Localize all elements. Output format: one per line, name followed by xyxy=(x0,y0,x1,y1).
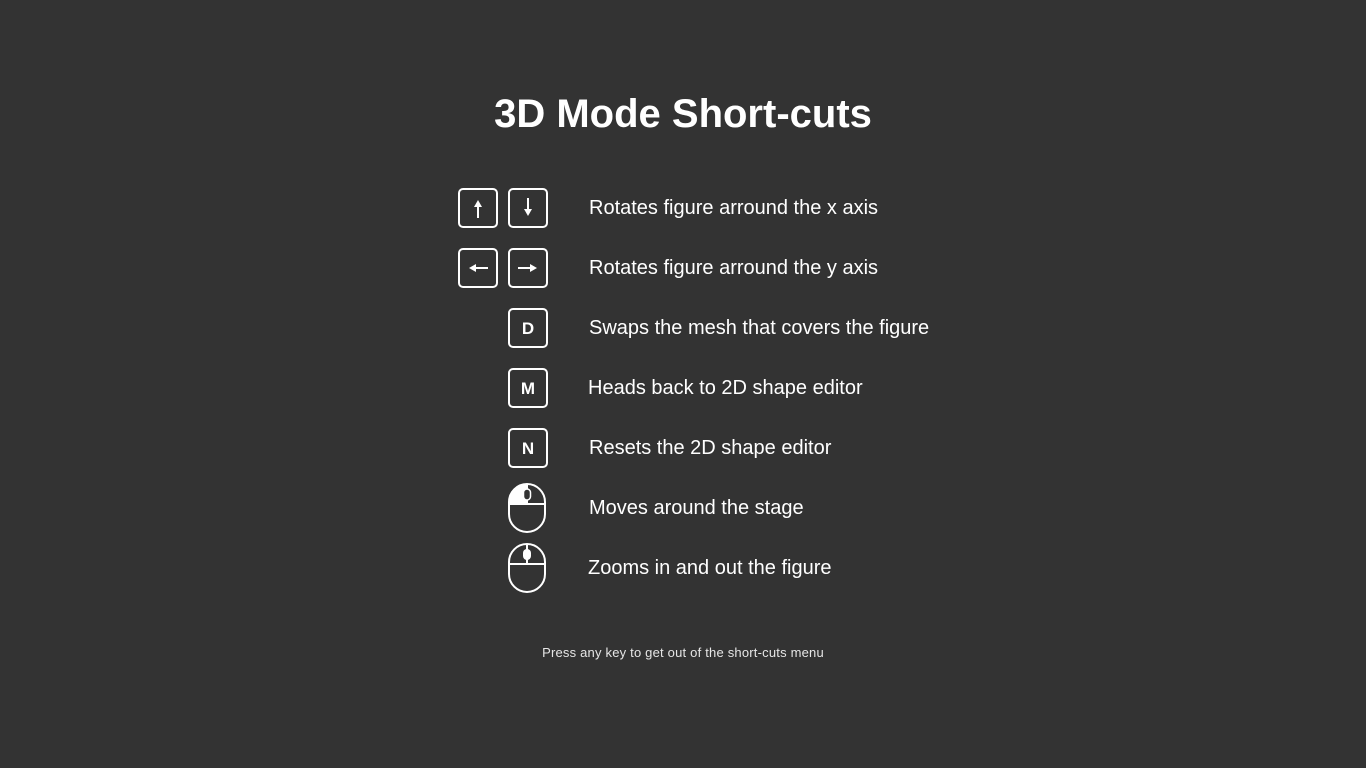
shortcut-description: Moves around the stage xyxy=(589,497,804,519)
shortcut-row-reset-2d: N Resets the 2D shape editor xyxy=(0,428,1366,472)
shortcut-row-rotate-y: Rotates figure arround the y axis xyxy=(0,248,1366,292)
shortcut-row-rotate-x: Rotates figure arround the x axis xyxy=(0,188,1366,232)
exit-hint: Press any key to get out of the short-cu… xyxy=(542,645,824,660)
shortcut-description: Rotates figure arround the x axis xyxy=(589,197,879,219)
shortcut-description: Swaps the mesh that covers the figure xyxy=(589,317,930,339)
shortcut-description: Heads back to 2D shape editor xyxy=(588,377,863,399)
key-label: M xyxy=(520,379,536,398)
key-label: N xyxy=(521,439,535,458)
m-key-icon: M xyxy=(508,368,548,408)
arrow-right-key-icon xyxy=(508,248,548,288)
page-title: 3D Mode Short-cuts xyxy=(494,92,872,136)
arrow-left-key-icon xyxy=(458,248,498,288)
mouse-scroll-wheel-icon xyxy=(508,543,546,593)
n-key-icon: N xyxy=(508,428,548,468)
shortcut-description: Resets the 2D shape editor xyxy=(589,437,832,459)
key-label: D xyxy=(521,319,535,338)
shortcut-description: Zooms in and out the figure xyxy=(588,557,832,579)
mouse-left-button-icon xyxy=(508,483,546,533)
shortcut-row-move-stage: Moves around the stage xyxy=(0,483,1366,533)
shortcut-row-swap-mesh: D Swaps the mesh that covers the figure xyxy=(0,308,1366,352)
shortcut-row-back-to-2d: M Heads back to 2D shape editor xyxy=(0,368,1366,412)
arrow-up-key-icon xyxy=(458,188,498,228)
d-key-icon: D xyxy=(508,308,548,348)
shortcuts-screen: 3D Mode Short-cuts Rotates figure arroun… xyxy=(0,0,1366,768)
shortcut-description: Rotates figure arround the y axis xyxy=(589,257,879,279)
arrow-down-key-icon xyxy=(508,188,548,228)
shortcut-row-zoom: Zooms in and out the figure xyxy=(0,543,1366,593)
